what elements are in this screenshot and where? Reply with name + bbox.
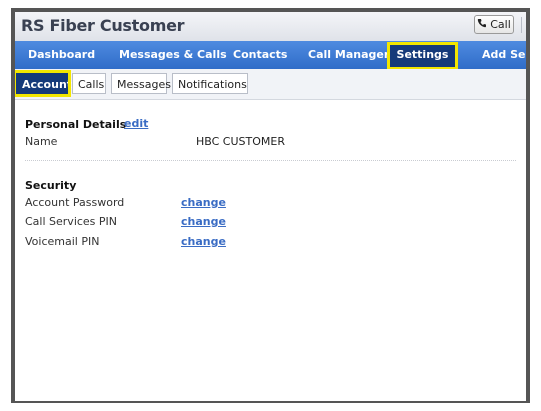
- name-value: HBC CUSTOMER: [196, 135, 285, 148]
- account-settings-panel: Personal Details edit Name HBC CUSTOMER …: [15, 100, 526, 401]
- toolbar-divider: [521, 17, 522, 33]
- nav-dashboard[interactable]: Dashboard: [28, 41, 95, 69]
- change-call-services-pin-link[interactable]: change: [181, 215, 226, 228]
- app-window: RS Fiber Customer Call Dashboard Message…: [15, 12, 526, 401]
- security-heading: Security: [25, 179, 77, 192]
- phone-icon: [477, 18, 487, 31]
- tab-calls[interactable]: Calls: [72, 73, 106, 94]
- app-title: RS Fiber Customer: [21, 16, 185, 35]
- section-divider: [25, 160, 516, 161]
- settings-subtabs: Account Calls Messages Notifications: [15, 69, 526, 100]
- nav-add-services[interactable]: Add Ser: [482, 41, 526, 69]
- personal-details-heading: Personal Details: [25, 118, 127, 131]
- edit-personal-details-link[interactable]: edit: [124, 117, 148, 130]
- main-nav: Dashboard Messages & Calls Contacts Call…: [15, 41, 526, 70]
- title-bar: RS Fiber Customer Call: [15, 12, 526, 41]
- nav-settings[interactable]: Settings: [387, 42, 458, 70]
- account-password-label: Account Password: [25, 196, 125, 209]
- voicemail-pin-label: Voicemail PIN: [25, 235, 100, 248]
- tab-notifications[interactable]: Notifications: [172, 73, 248, 94]
- change-account-password-link[interactable]: change: [181, 196, 226, 209]
- nav-messages-calls[interactable]: Messages & Calls: [119, 41, 227, 69]
- call-button[interactable]: Call: [474, 15, 514, 34]
- call-button-label: Call: [490, 18, 511, 31]
- tab-account[interactable]: Account: [15, 70, 72, 97]
- change-voicemail-pin-link[interactable]: change: [181, 235, 226, 248]
- nav-contacts[interactable]: Contacts: [233, 41, 287, 69]
- name-label: Name: [25, 135, 58, 148]
- nav-call-manager[interactable]: Call Manager: [308, 41, 389, 69]
- tab-messages[interactable]: Messages: [111, 73, 171, 94]
- call-services-pin-label: Call Services PIN: [25, 215, 118, 228]
